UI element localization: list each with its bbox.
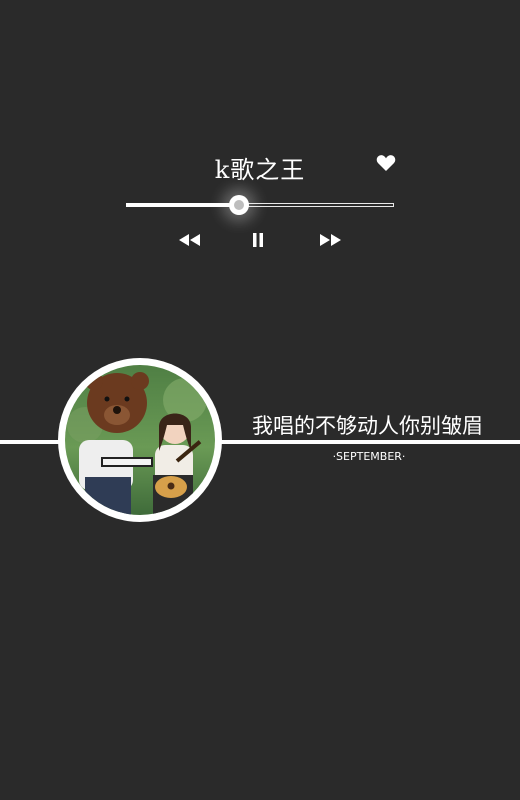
song-title: k歌之王 bbox=[214, 156, 306, 184]
heart-icon[interactable] bbox=[376, 154, 396, 172]
divider-right bbox=[218, 440, 520, 444]
lyric-subtitle: ·SEPTEMBER· bbox=[332, 450, 406, 463]
album-cover bbox=[65, 365, 215, 515]
rewind-icon bbox=[179, 234, 200, 246]
lyric-line: 我唱的不够动人你别皱眉 bbox=[252, 414, 483, 438]
fast-forward-icon bbox=[320, 234, 341, 246]
pause-button[interactable] bbox=[250, 232, 266, 248]
progress-thumb[interactable] bbox=[228, 195, 249, 215]
rewind-button[interactable] bbox=[178, 232, 202, 248]
forward-button[interactable] bbox=[318, 232, 342, 248]
pause-icon bbox=[253, 233, 263, 247]
progress-fill bbox=[126, 203, 239, 207]
